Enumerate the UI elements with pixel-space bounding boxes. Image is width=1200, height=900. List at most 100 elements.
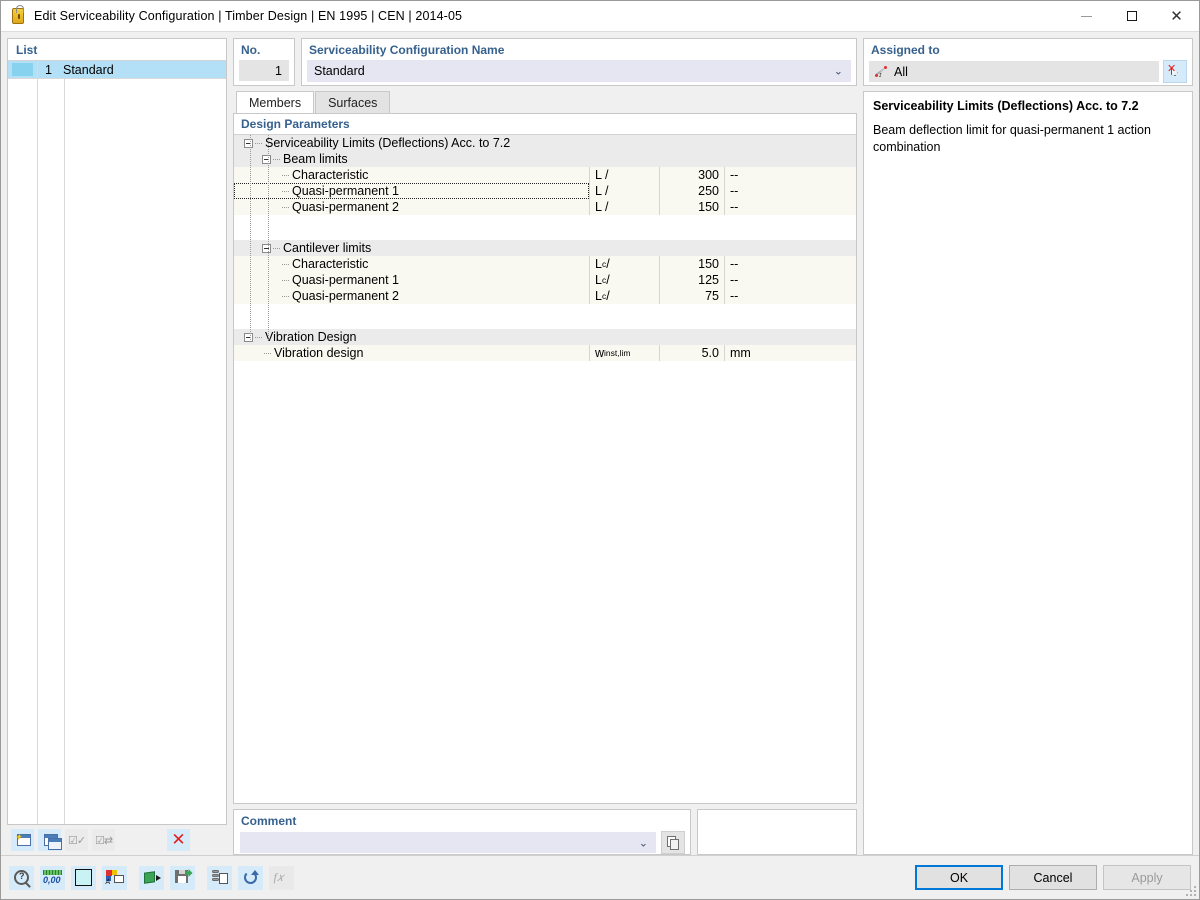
chevron-down-icon[interactable]: ⌄ — [639, 836, 648, 849]
title-bar: Edit Serviceability Configuration | Timb… — [1, 1, 1199, 32]
tree-connector — [282, 296, 290, 297]
tree-data-row[interactable]: Quasi-permanent 2L /150-- — [234, 199, 856, 215]
padlock-icon — [9, 7, 27, 25]
tree-connector — [264, 353, 272, 354]
tree-value-cell[interactable]: 250 — [659, 183, 724, 199]
ok-button[interactable]: OK — [915, 865, 1003, 890]
resize-grip[interactable] — [1184, 884, 1196, 896]
chevron-down-icon[interactable]: ⌄ — [834, 65, 843, 78]
tree-unit-cell: mm — [724, 345, 856, 361]
tree-spacer-row — [234, 320, 856, 329]
tree-spacer-row — [234, 231, 856, 240]
apply-button[interactable]: Apply — [1103, 865, 1191, 890]
tree-label-cell: Quasi-permanent 2 — [234, 288, 589, 304]
find-icon: ? — [14, 870, 29, 885]
center-column: Members Surfaces Design Parameters Servi… — [233, 91, 857, 855]
select-objects-button[interactable]: ✕ — [1163, 60, 1187, 83]
assigned-to-field[interactable]: ɪ All — [869, 61, 1159, 82]
tree-spacer-row — [234, 304, 856, 320]
tree-group-row[interactable]: Beam limits — [234, 151, 856, 167]
tree-data-row[interactable]: CharacteristicLc /150-- — [234, 256, 856, 272]
list-row-divider — [8, 78, 226, 79]
assigned-to-row: ɪ All ✕ — [869, 60, 1187, 83]
tree-symbol-cell — [589, 135, 659, 151]
tree-node-label: Cantilever limits — [283, 241, 371, 255]
cancel-button[interactable]: Cancel — [1009, 865, 1097, 890]
tree-connector — [273, 248, 281, 249]
tree-symbol-cell — [589, 329, 659, 345]
tab-members[interactable]: Members — [236, 91, 314, 113]
reset-button[interactable] — [238, 866, 263, 890]
tree-symbol-cell — [589, 151, 659, 167]
tree-value-cell — [659, 240, 724, 256]
tree-value-cell[interactable]: 150 — [659, 199, 724, 215]
tree-data-row[interactable]: Vibration designwinst,lim5.0mm — [234, 345, 856, 361]
tree-group-row[interactable]: Cantilever limits — [234, 240, 856, 256]
tab-surfaces[interactable]: Surfaces — [315, 91, 390, 113]
tree-label-cell: Cantilever limits — [234, 240, 589, 256]
copy-window-icon — [41, 833, 59, 848]
toolbar-gap — [119, 829, 163, 851]
tree-node-label: Vibration design — [274, 346, 363, 360]
new-item-button[interactable]: ✦ — [11, 829, 34, 851]
display-properties-button[interactable]: A — [102, 866, 127, 890]
export-button[interactable] — [170, 866, 195, 890]
configuration-name-value: Standard — [314, 64, 365, 78]
tree-node-label: Vibration Design — [265, 330, 357, 344]
check-all-icon: ☑✓ — [68, 834, 85, 847]
tree-spacer-row — [234, 215, 856, 231]
tree-value-cell[interactable]: 150 — [659, 256, 724, 272]
list-item-no: 1 — [37, 63, 57, 77]
tree-unit-cell — [724, 329, 856, 345]
configuration-name-combobox[interactable]: Standard ⌄ — [307, 60, 851, 82]
comment-inner: ⌄ — [240, 831, 685, 854]
tree-node-label: Characteristic — [292, 257, 368, 271]
tree-data-row[interactable]: Quasi-permanent 1Lc /125-- — [234, 272, 856, 288]
tree-label-cell: Characteristic — [234, 256, 589, 272]
formula-button[interactable]: f𝑥 — [269, 866, 294, 890]
tree-value-cell — [659, 329, 724, 345]
left-column: List 1 Standard — [7, 38, 227, 855]
import-icon — [143, 871, 160, 885]
maximize-button[interactable] — [1109, 1, 1154, 32]
list-panel: List 1 Standard — [7, 38, 227, 825]
tree-symbol-cell — [589, 240, 659, 256]
tree-connector — [273, 159, 281, 160]
tree-label-cell: Serviceability Limits (Deflections) Acc.… — [234, 135, 589, 151]
collapse-expander-icon[interactable] — [262, 244, 271, 253]
minimize-button[interactable] — [1064, 1, 1109, 32]
list-toolbar: ✦ ☑✓ ☑⇄ ✕ — [7, 825, 227, 855]
collapse-expander-icon[interactable] — [262, 155, 271, 164]
tree-data-row[interactable]: Quasi-permanent 1L /250-- — [234, 183, 856, 199]
tree-data-row[interactable]: Quasi-permanent 2Lc /75-- — [234, 288, 856, 304]
copy-comment-button[interactable] — [661, 831, 685, 854]
tree-group-row[interactable]: Vibration Design — [234, 329, 856, 345]
tree-unit-cell: -- — [724, 256, 856, 272]
copy-item-button[interactable] — [38, 829, 61, 851]
report-button[interactable] — [207, 866, 232, 890]
list-grid-line-1 — [37, 61, 38, 824]
invert-check-button[interactable]: ☑⇄ — [92, 829, 115, 851]
comment-combobox[interactable]: ⌄ — [240, 832, 656, 853]
tree-value-cell[interactable]: 75 — [659, 288, 724, 304]
list-item[interactable]: 1 Standard — [8, 61, 226, 78]
tree-value-cell[interactable]: 300 — [659, 167, 724, 183]
import-button[interactable] — [139, 866, 164, 890]
tree-node-label: Quasi-permanent 2 — [292, 200, 399, 214]
tree-value-cell[interactable]: 125 — [659, 272, 724, 288]
close-icon: ✕ — [1170, 9, 1183, 24]
footer-toolbar: ? 0,00 A f𝑥 — [1, 855, 1199, 899]
collapse-expander-icon[interactable] — [244, 139, 253, 148]
find-button[interactable]: ? — [9, 866, 34, 890]
tree-data-row[interactable]: CharacteristicL /300-- — [234, 167, 856, 183]
tree-value-cell[interactable]: 5.0 — [659, 345, 724, 361]
collapse-expander-icon[interactable] — [244, 333, 253, 342]
delete-item-button[interactable]: ✕ — [167, 829, 190, 851]
check-all-button[interactable]: ☑✓ — [65, 829, 88, 851]
close-button[interactable]: ✕ — [1154, 1, 1199, 32]
decimal-places-button[interactable]: 0,00 — [40, 866, 65, 890]
comment-panel: Comment ⌄ — [233, 809, 691, 855]
tree-group-row[interactable]: Serviceability Limits (Deflections) Acc.… — [234, 135, 856, 151]
color-swatch-button[interactable] — [71, 866, 96, 890]
tree-symbol-cell: Lc / — [589, 288, 659, 304]
